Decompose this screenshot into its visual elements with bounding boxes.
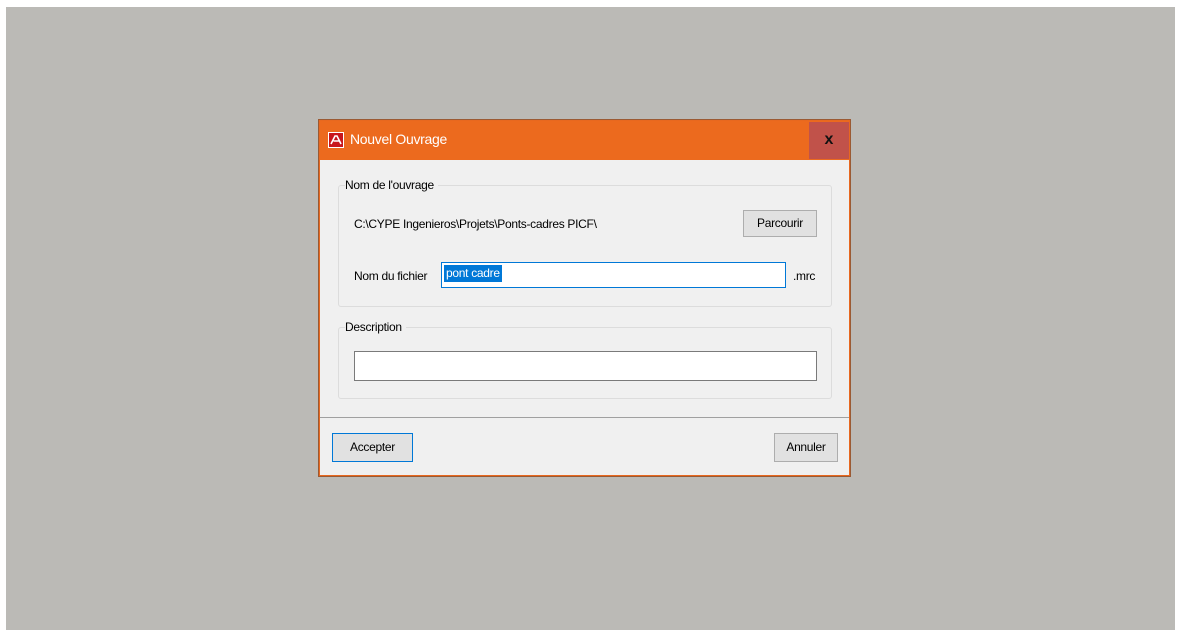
new-project-dialog: Nouvel Ouvrage x Nom de l'ouvrage C:\CYP… (319, 120, 850, 476)
browse-button[interactable]: Parcourir (743, 210, 817, 237)
filename-input[interactable]: pont cadre (441, 262, 786, 288)
project-name-group-title: Nom de l'ouvrage (345, 178, 438, 192)
dialog-title: Nouvel Ouvrage (350, 131, 447, 147)
cype-logo-icon (328, 132, 344, 148)
filename-input-selected-text: pont cadre (444, 265, 502, 282)
close-button[interactable]: x (809, 122, 849, 159)
cancel-button[interactable]: Annuler (774, 433, 838, 462)
description-group-title: Description (345, 320, 406, 334)
file-extension-label: .mrc (793, 269, 816, 283)
description-input[interactable] (354, 351, 817, 381)
project-name-group (338, 185, 832, 307)
project-path: C:\CYPE Ingenieros\Projets\Ponts-cadres … (354, 217, 597, 231)
accept-button[interactable]: Accepter (332, 433, 413, 462)
dialog-titlebar[interactable]: Nouvel Ouvrage x (320, 121, 849, 160)
footer-separator (320, 417, 849, 418)
filename-label: Nom du fichier (354, 269, 428, 283)
